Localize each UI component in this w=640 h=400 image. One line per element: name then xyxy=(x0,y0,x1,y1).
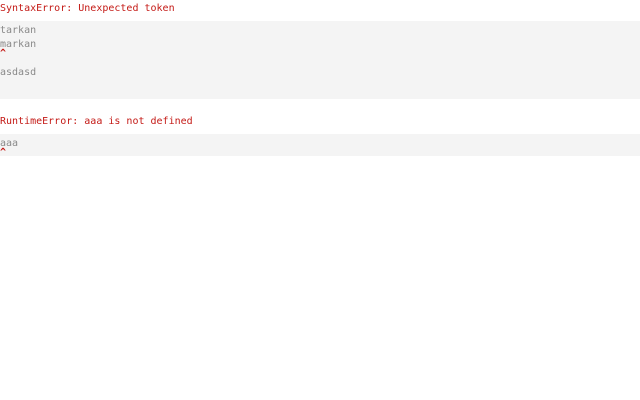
error-message: RuntimeError: aaa is not defined xyxy=(0,116,193,127)
error-message: SyntaxError: Unexpected token xyxy=(0,3,175,14)
runtime-error-block: RuntimeError: aaa is not defined aaa ^ xyxy=(0,113,640,158)
error-caret-icon: ^ xyxy=(0,48,7,59)
syntax-error-block: SyntaxError: Unexpected token tarkan mar… xyxy=(0,0,640,99)
code-excerpt: aaa ^ xyxy=(0,134,640,158)
code-excerpt: tarkan markan ^ asdasd xyxy=(0,21,640,99)
code-line: asdasd xyxy=(0,67,37,78)
code-line: tarkan xyxy=(0,25,37,36)
error-caret-icon: ^ xyxy=(0,147,7,158)
